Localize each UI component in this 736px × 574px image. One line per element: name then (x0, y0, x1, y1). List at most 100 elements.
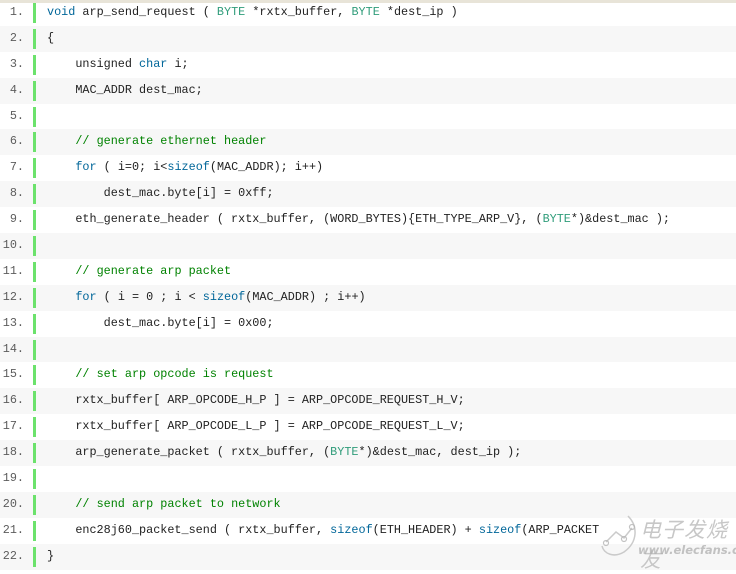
line-number: 11. (2, 263, 24, 278)
code-line: 22.} (0, 543, 736, 570)
gutter-marker (33, 80, 36, 101)
code-line: 10. (0, 233, 736, 259)
code-line: 17. rxtx_buffer[ ARP_OPCODE_L_P ] = ARP_… (0, 414, 736, 440)
gutter-marker (33, 313, 36, 334)
code-line: 15. // set arp opcode is request (0, 362, 736, 388)
line-number: 16. (2, 393, 24, 408)
code-content: arp_generate_packet ( rxtx_buffer, (BYTE… (47, 440, 521, 466)
code-line: 9. eth_generate_header ( rxtx_buffer, (W… (0, 207, 736, 233)
gutter-marker (33, 391, 36, 412)
gutter-marker (33, 158, 36, 179)
gutter-marker (33, 236, 36, 257)
code-content: rxtx_buffer[ ARP_OPCODE_L_P ] = ARP_OPCO… (47, 414, 465, 440)
code-line: 16. rxtx_buffer[ ARP_OPCODE_H_P ] = ARP_… (0, 388, 736, 415)
gutter-marker (33, 3, 36, 23)
code-line: 6. // generate ethernet header (0, 129, 736, 156)
code-line: 4. MAC_ADDR dest_mac; (0, 77, 736, 104)
code-content: // generate ethernet header (47, 129, 266, 155)
gutter-marker (33, 365, 36, 386)
code-text: unsigned (47, 56, 140, 71)
code-text: (MAC_ADDR) ; i++) (245, 289, 366, 304)
line-number: 7. (9, 160, 24, 175)
code-line: 12. for ( i = 0 ; i < sizeof(MAC_ADDR) ;… (0, 284, 736, 311)
gutter-marker (33, 546, 36, 567)
line-number: 10. (2, 238, 24, 253)
gutter-marker (33, 494, 36, 515)
code-text: *dest_ip ) (379, 5, 458, 19)
keyword-token: sizeof (478, 522, 522, 537)
keyword-token: sizeof (202, 289, 246, 304)
code-content: unsigned char i; (47, 52, 188, 78)
line-number: 5. (9, 108, 24, 123)
line-number: 15. (2, 367, 24, 382)
code-content: dest_mac.byte[i] = 0x00; (47, 311, 274, 337)
code-text: (ETH_HEADER) + (372, 522, 479, 537)
gutter-marker (33, 184, 36, 205)
line-number: 21. (2, 522, 24, 537)
type-token: BYTE (542, 212, 571, 227)
line-number: 22. (2, 548, 24, 563)
code-listing: 1. void arp_send_request ( BYTE *rxtx_buf… (0, 0, 736, 570)
code-text: rxtx_buffer[ ARP_OPCODE_L_P ] = ARP_OPCO… (47, 419, 465, 434)
type-token: BYTE (216, 5, 246, 19)
line-number: 8. (9, 186, 24, 201)
line-number: 17. (2, 419, 24, 434)
line-number: 18. (2, 445, 24, 460)
code-line: 19. (0, 466, 736, 492)
code-content: // send arp packet to network (47, 492, 281, 518)
code-text: dest_mac.byte[i] = 0x00; (47, 315, 274, 330)
code-text: *)&dest_mac ); (570, 212, 671, 227)
gutter-marker (33, 469, 36, 490)
comment-token: // send arp packet to network (75, 496, 281, 511)
gutter-marker (33, 287, 36, 308)
line-number: 9. (9, 212, 24, 227)
line-number: 12. (2, 289, 24, 304)
code-text: eth_generate_header ( rxtx_buffer, (WORD… (47, 212, 543, 227)
keyword-token: for (75, 289, 97, 304)
code-text: (MAC_ADDR); i++) (209, 160, 324, 175)
code-line: 20. // send arp packet to network (0, 491, 736, 518)
comment-token: // set arp opcode is request (75, 367, 274, 382)
keyword-token: char (139, 56, 168, 71)
code-content: enc28j60_packet_send ( rxtx_buffer, size… (47, 518, 599, 544)
code-text: *)&dest_mac, dest_ip ); (358, 445, 522, 460)
type-token: BYTE (351, 5, 380, 19)
code-content: for ( i = 0 ; i < sizeof(MAC_ADDR) ; i++… (47, 285, 366, 311)
code-text: MAC_ADDR dest_mac; (47, 82, 203, 97)
code-content: rxtx_buffer[ ARP_OPCODE_H_P ] = ARP_OPCO… (47, 388, 464, 414)
comment-token: // generate ethernet header (75, 134, 267, 149)
code-line: 1. void arp_send_request ( BYTE *rxtx_buf… (0, 0, 736, 26)
code-content: for ( i=0; i<sizeof(MAC_ADDR); i++) (47, 155, 323, 181)
code-content: // set arp opcode is request (47, 362, 274, 388)
keyword-token: sizeof (167, 160, 210, 175)
keyword-token: void (47, 5, 76, 19)
code-content: eth_generate_header ( rxtx_buffer, (WORD… (47, 207, 670, 233)
code-line: 21. enc28j60_packet_send ( rxtx_buffer, … (0, 518, 736, 544)
code-text: } (47, 548, 55, 563)
code-line: 18. arp_generate_packet ( rxtx_buffer, (… (0, 440, 736, 467)
code-content: MAC_ADDR dest_mac; (47, 78, 203, 104)
code-text: ( i=0; i< (96, 160, 168, 175)
comment-token: // generate arp packet (75, 263, 232, 278)
line-number: 13. (2, 315, 24, 330)
gutter-marker (33, 106, 36, 127)
code-line: 7. for ( i=0; i<sizeof(MAC_ADDR); i++) (0, 155, 736, 181)
code-line: 3. unsigned char i; (0, 52, 736, 78)
code-text: { (47, 30, 55, 45)
code-text: (ARP_PACKET (521, 522, 600, 537)
code-text: arp_generate_packet ( rxtx_buffer, ( (47, 445, 331, 460)
gutter-marker (33, 520, 36, 541)
code-content: { (47, 26, 54, 52)
line-number: 14. (2, 341, 24, 356)
code-text: enc28j60_packet_send ( rxtx_buffer, (47, 522, 331, 537)
line-number: 20. (2, 496, 24, 511)
line-number: 1. (9, 5, 24, 19)
line-number: 4. (9, 82, 24, 97)
gutter-marker (33, 261, 36, 282)
gutter-marker (33, 417, 36, 438)
code-content: // generate arp packet (47, 259, 231, 285)
gutter-marker (33, 132, 36, 153)
